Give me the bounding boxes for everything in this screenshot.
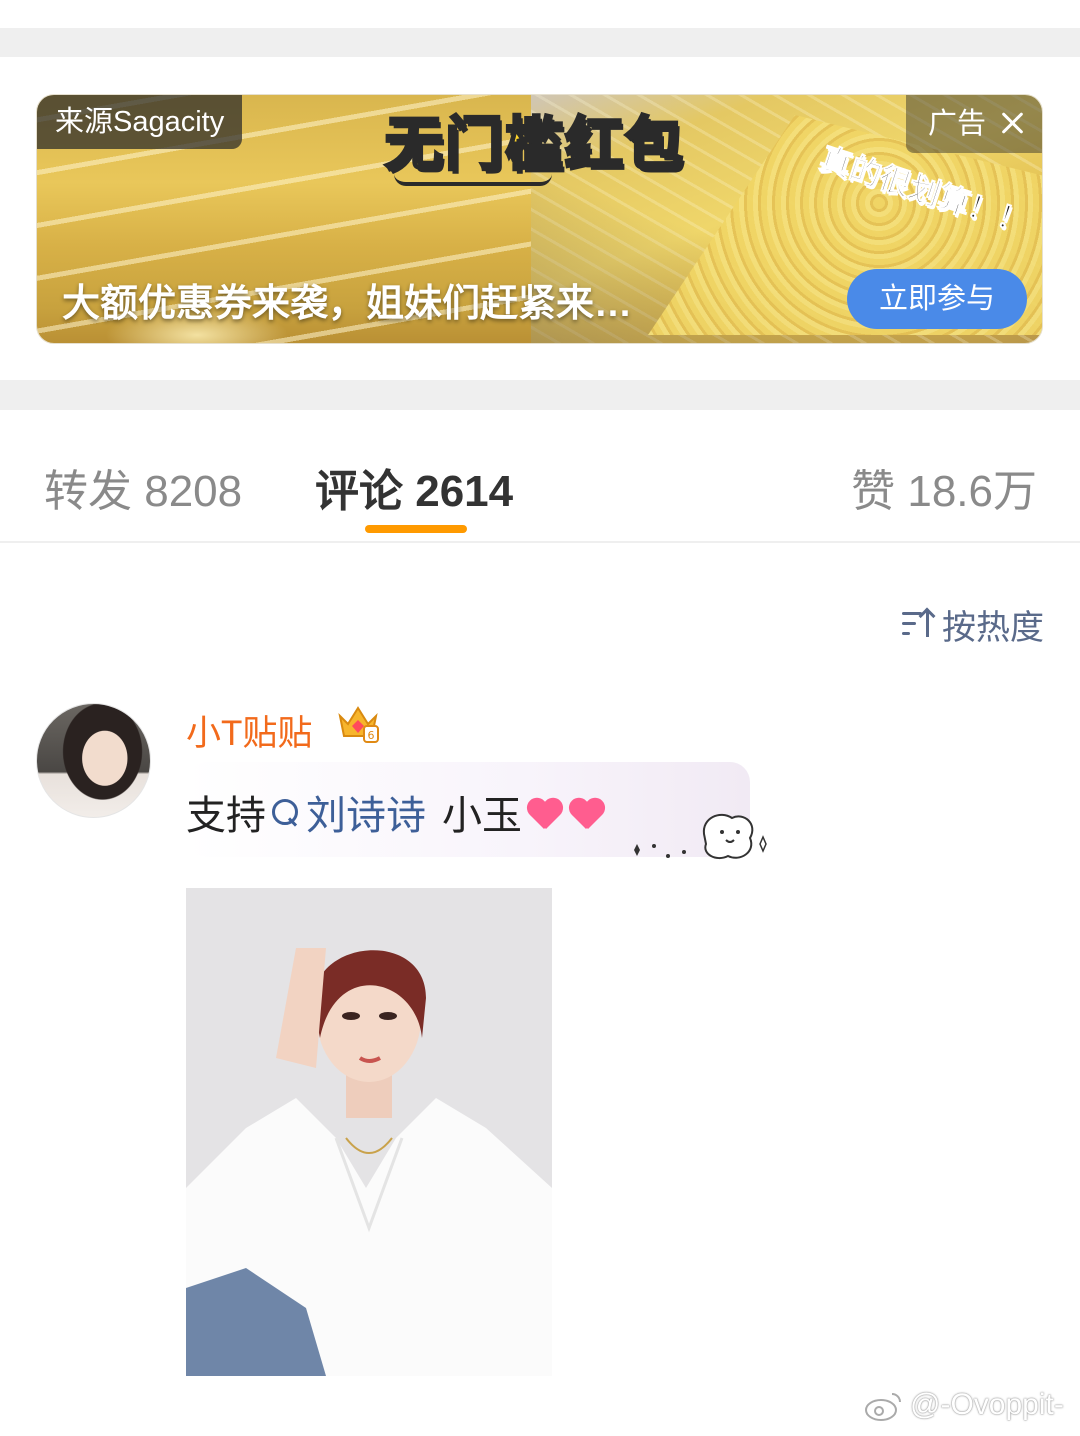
- tab-forward[interactable]: 转发 8208: [44, 455, 242, 519]
- comment-photo[interactable]: [186, 888, 552, 1376]
- comment-text-suffix: 小玉: [442, 794, 522, 838]
- ad-label[interactable]: 广告: [906, 95, 1042, 153]
- comment-username[interactable]: 小T贴贴: [186, 705, 312, 756]
- top-spacer: [0, 0, 1080, 28]
- ad-banner[interactable]: 无门槛红包 真的很划算！！ 来源Sagacity 广告 大额优惠券来袭，姐妹们赶…: [36, 94, 1043, 344]
- close-icon[interactable]: [996, 107, 1028, 139]
- crown-badge-icon: 6: [338, 706, 379, 743]
- engagement-tabs: 转发 8208 评论 2614 赞 18.6万: [0, 410, 1080, 543]
- svg-text:6: 6: [368, 729, 375, 742]
- comment-text-prefix: 支持: [186, 794, 266, 838]
- heart-emoji-icon: [568, 793, 606, 831]
- weibo-logo-icon: [865, 1393, 901, 1421]
- topic-mention-link[interactable]: 刘诗诗: [270, 783, 426, 841]
- bubble-decoration-icon: [634, 813, 767, 860]
- avatar[interactable]: [36, 703, 151, 818]
- section-divider: [0, 28, 1080, 57]
- sort-icon: [900, 608, 936, 640]
- heart-emoji-icon: [526, 793, 564, 831]
- sort-label: 按热度: [942, 608, 1044, 647]
- tab-like[interactable]: 赞 18.6万: [851, 455, 1037, 519]
- comment-text: 支持 刘诗诗 小玉: [186, 783, 606, 841]
- ad-cta-button[interactable]: 立即参与: [847, 269, 1027, 329]
- mention-text: 刘诗诗: [306, 794, 426, 838]
- ad-label-text: 广告: [928, 108, 987, 140]
- ad-caption: 大额优惠券来袭，姐妹们赶紧来…: [62, 283, 633, 325]
- search-topic-icon: [270, 797, 300, 827]
- ad-headline: 无门槛红包: [383, 111, 686, 179]
- section-divider: [0, 380, 1080, 410]
- sort-by-hot-button[interactable]: 按热度: [900, 602, 1044, 647]
- watermark-text: @-Ovoppit-: [910, 1388, 1064, 1421]
- active-tab-indicator: [365, 525, 467, 533]
- tab-comment[interactable]: 评论 2614: [315, 455, 513, 519]
- ad-headline-underline: [394, 174, 552, 186]
- watermark: @-Ovoppit-: [864, 1388, 1064, 1422]
- ad-source-tag: 来源Sagacity: [37, 95, 243, 149]
